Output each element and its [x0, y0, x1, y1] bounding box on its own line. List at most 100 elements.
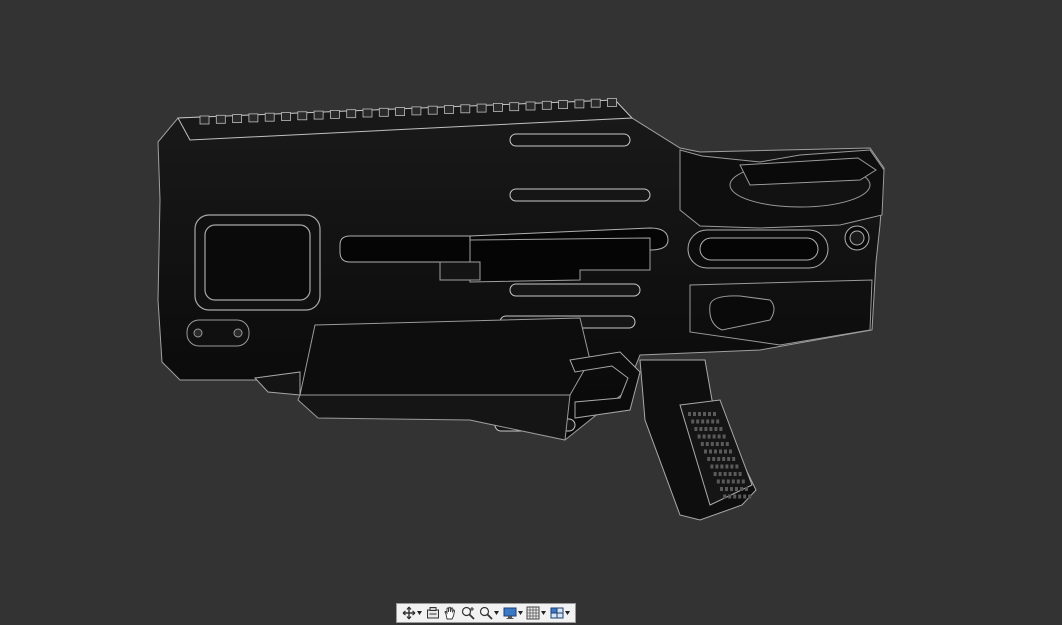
grip-texture-dot — [748, 494, 752, 499]
rail-tooth — [199, 115, 210, 125]
chevron-down-icon — [541, 611, 547, 615]
chevron-down-icon — [493, 611, 499, 615]
grip-texture-dot — [700, 442, 704, 446]
rail-tooth — [313, 110, 324, 120]
grip-texture-dot — [726, 479, 730, 484]
grip-texture-dot — [711, 419, 715, 424]
grip-texture-dot — [714, 449, 717, 454]
grip-texture-dot — [728, 472, 732, 476]
grip-texture-dot — [710, 442, 714, 446]
grid-icon — [526, 606, 540, 620]
grip-texture-dot — [725, 442, 729, 446]
grip-texture-dot — [743, 494, 747, 499]
zoom-tool[interactable] — [461, 605, 475, 621]
grip-texture-dot — [713, 412, 716, 416]
grip-texture-dot — [724, 449, 727, 454]
grip-texture-dot — [723, 494, 727, 499]
rail-tooth — [248, 113, 259, 123]
rail-tooth — [444, 105, 454, 114]
rail-tooth — [492, 103, 503, 112]
pin — [509, 188, 651, 202]
grip-texture-dot — [733, 472, 737, 476]
rail-tooth — [215, 114, 226, 124]
rail-tooth — [525, 101, 536, 111]
grip-texture-dot — [722, 434, 726, 439]
rail-tooth — [411, 106, 422, 116]
rail-tooth — [541, 100, 552, 110]
orbit-tool[interactable] — [402, 605, 422, 621]
grip-texture-dot — [732, 457, 736, 461]
grip-texture-dot — [736, 479, 740, 484]
rail-tooth — [427, 105, 438, 115]
rail-tooth — [509, 102, 520, 112]
rail-tooth — [395, 107, 406, 116]
grip-texture-dot — [698, 412, 701, 416]
rail-tooth — [281, 112, 291, 121]
zoom-window-icon — [479, 606, 493, 620]
grip-texture-dot — [712, 434, 716, 439]
grip-texture-dot — [722, 457, 726, 461]
front-handguard — [679, 149, 885, 229]
grip-texture-dot — [741, 479, 745, 484]
grip-texture-dot — [735, 464, 739, 469]
grip-texture-dot — [709, 449, 712, 454]
grip-texture-dot — [694, 427, 698, 431]
rail-tooth — [476, 103, 487, 113]
grip-texture-dot — [715, 464, 719, 469]
hand-pan-icon — [444, 606, 456, 620]
view-toolbar — [396, 603, 576, 623]
rail-tooth — [232, 114, 243, 123]
grip-texture-dot — [720, 464, 724, 469]
grip-texture-dot — [709, 427, 713, 431]
viewports-tool[interactable] — [550, 605, 571, 621]
rail-tooth — [558, 100, 568, 109]
grip-texture-dot — [702, 434, 706, 439]
chevron-down-icon — [565, 611, 571, 615]
rail-tooth — [590, 98, 601, 108]
grip-texture-dot — [720, 487, 723, 491]
orbit-icon — [402, 606, 416, 620]
rail-tooth — [607, 98, 617, 107]
grip-texture-dot — [729, 449, 732, 454]
grip-texture-dot — [712, 457, 716, 461]
grip-texture-dot — [696, 419, 700, 424]
pin — [509, 133, 631, 147]
grip-texture-dot — [714, 427, 718, 431]
grid-tool[interactable] — [526, 605, 547, 621]
grip-texture-dot — [719, 427, 723, 431]
grip-texture-dot — [708, 412, 711, 416]
grip-texture-dot — [725, 487, 728, 491]
rail-tooth — [297, 111, 308, 121]
rail-tooth — [460, 104, 471, 114]
grip-texture-dot — [701, 419, 705, 424]
grip-texture-dot — [740, 487, 743, 491]
display-monitor-icon — [503, 607, 517, 619]
3d-model-wireframe[interactable] — [0, 0, 1062, 625]
grip-texture-dot — [716, 419, 720, 424]
grip-texture-dot — [725, 464, 729, 469]
display-settings-tool[interactable] — [503, 605, 523, 621]
rear-window — [194, 214, 321, 311]
zoom-icon — [462, 606, 475, 620]
look-at-tool[interactable] — [426, 605, 440, 621]
grip-texture-dot — [713, 472, 717, 476]
pin — [509, 283, 641, 297]
grip-texture-dot — [735, 487, 738, 491]
grip-texture-dot — [707, 457, 711, 461]
grip-texture-dot — [731, 479, 735, 484]
zoom-window-tool[interactable] — [479, 605, 499, 621]
grip-texture-dot — [738, 494, 742, 499]
pan-tool[interactable] — [443, 605, 457, 621]
grip-texture-dot — [730, 464, 734, 469]
grip-texture-dot — [720, 442, 724, 446]
rail-tooth — [362, 108, 373, 118]
grip-texture-dot — [688, 412, 691, 416]
rail-tooth — [574, 99, 585, 109]
3d-viewport[interactable] — [0, 0, 1062, 625]
grip-texture-dot — [727, 457, 731, 461]
grip-texture-dot — [728, 494, 732, 499]
rail-tooth — [378, 107, 389, 117]
rail-tooth — [346, 109, 357, 119]
grip-texture-dot — [721, 479, 725, 484]
grip-texture-dot — [704, 449, 707, 454]
